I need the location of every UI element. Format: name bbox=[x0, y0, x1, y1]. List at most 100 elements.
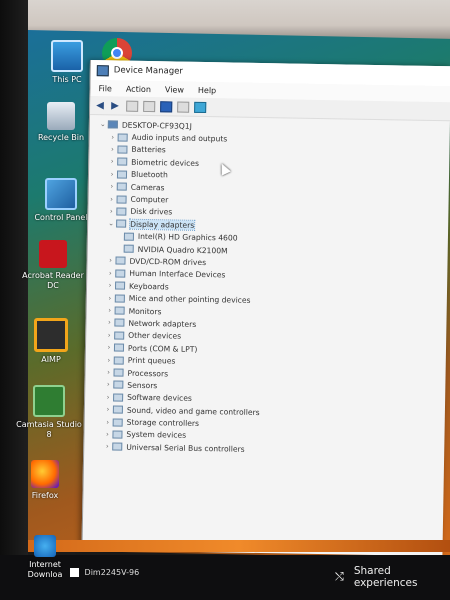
acrobat-icon bbox=[39, 240, 67, 268]
device-category-icon bbox=[115, 269, 126, 278]
chevron-right-icon[interactable]: › bbox=[107, 145, 117, 153]
device-category-icon bbox=[114, 294, 125, 303]
taskbar-file-item[interactable]: Dim2245V-96 bbox=[70, 568, 139, 577]
shared-experiences-icon: ⤭ bbox=[335, 570, 344, 583]
tree-category-label: Human Interface Devices bbox=[129, 269, 226, 280]
tree-category-label: Cameras bbox=[130, 182, 165, 192]
notification-toast[interactable]: ⤭ Shared experiences bbox=[335, 565, 450, 589]
scan-hardware-icon[interactable] bbox=[194, 101, 207, 113]
notification-text: Shared experiences bbox=[353, 565, 418, 589]
desktop-icon-label: AIMP bbox=[41, 355, 61, 364]
chevron-right-icon[interactable]: › bbox=[107, 182, 117, 191]
tree-category-label: Bluetooth bbox=[130, 169, 168, 180]
show-hide-console-tree-icon[interactable] bbox=[143, 100, 156, 112]
menu-action[interactable]: Action bbox=[126, 84, 151, 93]
camtasia-icon bbox=[33, 385, 65, 417]
tree-category-label: Disk drives bbox=[130, 207, 173, 217]
chevron-right-icon[interactable]: › bbox=[105, 306, 115, 314]
device-category-icon bbox=[115, 256, 126, 266]
device-category-icon bbox=[117, 133, 128, 142]
tree-category-label: DVD/CD-ROM drives bbox=[129, 256, 207, 268]
tree-category-label: Monitors bbox=[128, 306, 162, 316]
chevron-right-icon[interactable]: › bbox=[107, 195, 117, 203]
desktop-icon-camtasia[interactable]: Camtasia Studio 8 bbox=[16, 385, 82, 440]
chevron-right-icon[interactable]: › bbox=[104, 319, 114, 327]
chevron-right-icon[interactable]: › bbox=[104, 344, 114, 352]
chevron-right-icon[interactable]: › bbox=[104, 356, 114, 364]
chevron-right-icon[interactable]: › bbox=[104, 331, 114, 339]
firefox-icon bbox=[31, 460, 59, 488]
device-category-icon bbox=[113, 393, 124, 402]
device-category-icon bbox=[113, 343, 125, 352]
properties-icon[interactable] bbox=[126, 100, 139, 112]
device-category-icon bbox=[113, 368, 124, 377]
back-arrow-icon[interactable]: ◀ bbox=[96, 100, 106, 111]
chevron-right-icon[interactable]: › bbox=[103, 393, 113, 401]
chevron-right-icon[interactable]: › bbox=[102, 443, 112, 451]
help-icon[interactable] bbox=[160, 100, 173, 112]
update-driver-icon[interactable] bbox=[177, 101, 190, 113]
chevron-right-icon[interactable]: › bbox=[103, 405, 113, 414]
menu-view[interactable]: View bbox=[165, 85, 184, 94]
device-manager-icon bbox=[96, 64, 109, 76]
desktop-icon-aimp[interactable]: AIMP bbox=[18, 318, 84, 365]
chevron-down-icon[interactable]: ⌄ bbox=[106, 220, 116, 228]
tree-category-label: Computer bbox=[130, 194, 169, 205]
desktop-bottom-strip bbox=[28, 540, 450, 552]
this-pc-icon bbox=[51, 40, 83, 72]
device-category-icon bbox=[112, 405, 123, 414]
chevron-right-icon[interactable]: › bbox=[105, 282, 115, 290]
aimp-icon bbox=[34, 318, 68, 352]
device-tree: ⌄ DESKTOP-CF93Q1J › Audio inputs and outp… bbox=[84, 115, 450, 459]
tree-category-label: Sound, video and game controllers bbox=[126, 405, 260, 417]
taskbar-file-label: Dim2245V-96 bbox=[84, 568, 140, 577]
internet-download-icon bbox=[34, 535, 56, 557]
chevron-right-icon[interactable]: › bbox=[105, 257, 115, 265]
tree-category-label: Keyboards bbox=[128, 281, 169, 292]
chevron-down-icon[interactable]: ⌄ bbox=[98, 120, 108, 128]
menu-help[interactable]: Help bbox=[198, 85, 216, 94]
device-category-icon bbox=[116, 195, 127, 204]
desktop-icon-firefox[interactable]: Firefox bbox=[12, 460, 78, 501]
device-category-icon bbox=[117, 145, 128, 154]
device-category-icon bbox=[116, 170, 128, 179]
chevron-right-icon[interactable]: › bbox=[102, 430, 112, 438]
chevron-right-icon[interactable]: › bbox=[103, 368, 113, 376]
device-category-icon bbox=[116, 207, 127, 216]
tree-category-label: Audio inputs and outputs bbox=[131, 132, 228, 144]
forward-arrow-icon[interactable]: ▶ bbox=[111, 100, 121, 111]
desktop-icon-acrobat[interactable]: Acrobat Reader DC bbox=[20, 240, 86, 291]
device-category-icon bbox=[112, 418, 123, 427]
desktop-icon-recycle-bin[interactable]: Recycle Bin bbox=[28, 102, 94, 143]
desktop-icon-label: This PC bbox=[52, 75, 82, 84]
tree-category-label: Sensors bbox=[127, 380, 158, 391]
chevron-right-icon[interactable]: › bbox=[105, 269, 115, 277]
tree-category-label: Mice and other pointing devices bbox=[128, 293, 251, 305]
desktop-icon-internet-download[interactable]: Internet Downloa bbox=[12, 535, 78, 580]
device-category-icon bbox=[117, 157, 128, 167]
device-category-icon bbox=[113, 380, 124, 390]
device-manager-window: Device Manager File Action View Help ◀ ▶… bbox=[81, 60, 450, 557]
tree-category-label: Storage controllers bbox=[126, 417, 200, 429]
window-title: Device Manager bbox=[113, 65, 183, 77]
chevron-right-icon[interactable]: › bbox=[103, 418, 113, 426]
desktop-icon-control-panel[interactable]: Control Panel bbox=[28, 178, 94, 223]
chevron-right-icon[interactable]: › bbox=[107, 158, 117, 166]
chevron-right-icon[interactable]: › bbox=[105, 294, 115, 302]
chevron-right-icon[interactable]: › bbox=[107, 170, 117, 178]
file-icon bbox=[70, 568, 79, 577]
tree-category-label: Biometric devices bbox=[131, 157, 200, 168]
desktop-icon-label: Control Panel bbox=[34, 213, 88, 222]
desktop-icon-label: Internet Downloa bbox=[27, 560, 63, 579]
chevron-right-icon[interactable]: › bbox=[108, 133, 118, 141]
chevron-right-icon[interactable]: › bbox=[106, 207, 116, 215]
tree-root-label: DESKTOP-CF93Q1J bbox=[121, 120, 192, 131]
desktop-icon-label: Recycle Bin bbox=[37, 133, 85, 142]
device-category-icon bbox=[114, 306, 125, 315]
chevron-right-icon[interactable]: › bbox=[103, 381, 113, 389]
menu-file[interactable]: File bbox=[98, 84, 112, 93]
device-category-icon bbox=[114, 281, 126, 290]
display-adapter-icon bbox=[123, 232, 134, 241]
tree-category-label: Display adapters bbox=[129, 218, 196, 231]
tree-device-label: NVIDIA Quadro K2100M bbox=[137, 244, 228, 256]
